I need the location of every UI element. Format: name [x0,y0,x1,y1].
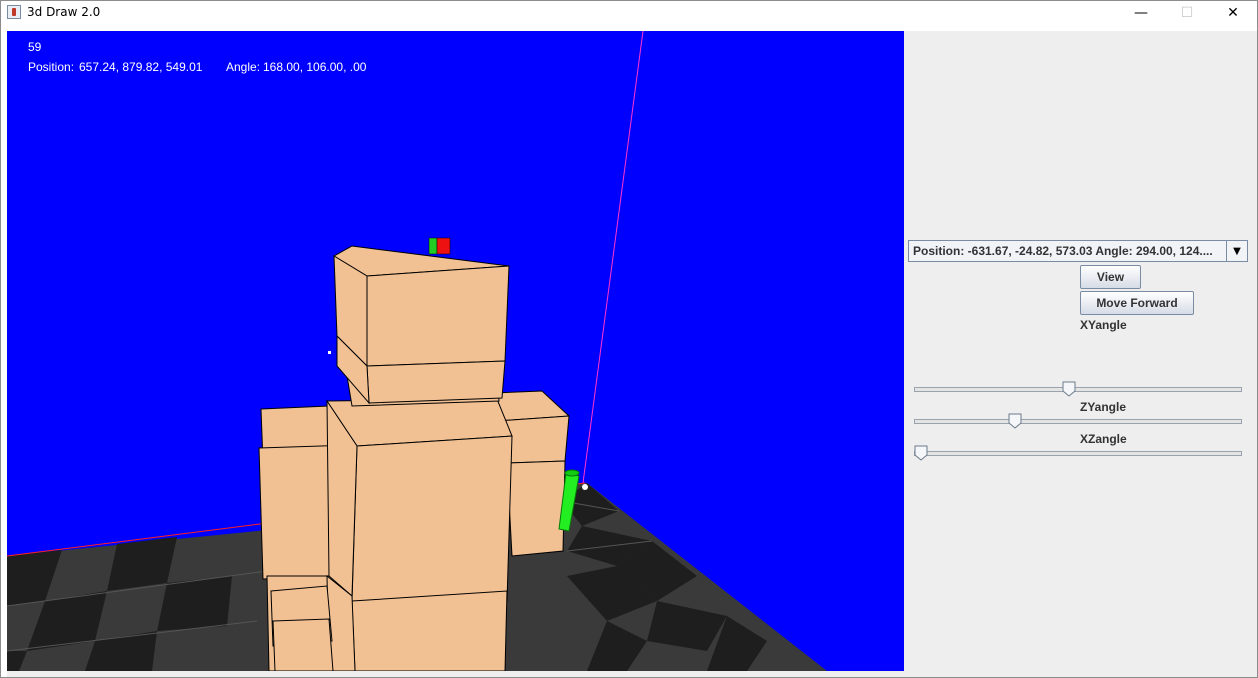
hud-position-value: 657.24, 879.82, 549.01 [79,60,203,74]
control-panel: Position: -631.67, -24.82, 573.03 Angle:… [904,31,1257,677]
java-app-icon [7,5,21,19]
xy-angle-slider[interactable] [914,381,1242,397]
slider-track [914,387,1242,392]
slider-track [914,451,1242,456]
close-icon: ✕ [1227,5,1239,21]
slider-thumb[interactable] [1062,381,1076,397]
window-title: 3d Draw 2.0 [27,5,101,19]
zy-angle-label: ZYangle [1080,400,1127,414]
light-point [328,351,331,354]
hud-angle-value: 168.00, 106.00, .00 [263,60,367,74]
maximize-icon: ☐ [1180,5,1194,21]
minimize-button[interactable]: — [1118,1,1164,25]
slider-thumb[interactable] [914,445,928,461]
xy-angle-label: XYangle [1080,318,1127,332]
origin-marker [582,484,588,490]
move-forward-button[interactable]: Move Forward [1080,291,1194,315]
maximize-button[interactable]: ☐ [1164,1,1210,25]
3d-viewport[interactable]: 59 Position: 657.24, 879.82, 549.01 Angl… [7,31,904,671]
camera-select[interactable]: Position: -631.67, -24.82, 573.03 Angle:… [908,240,1248,262]
title-bar[interactable]: 3d Draw 2.0 — ☐ ✕ [1,1,1257,25]
fps-counter: 59 [28,40,42,54]
close-button[interactable]: ✕ [1210,1,1256,25]
camera-select-value: Position: -631.67, -24.82, 573.03 Angle:… [913,244,1213,258]
zy-angle-slider[interactable] [914,413,1242,429]
3d-scene [7,31,827,671]
xz-angle-label: XZangle [1080,432,1127,446]
slider-track [914,419,1242,424]
view-button[interactable]: View [1080,265,1141,289]
slider-thumb[interactable] [1008,413,1022,429]
z-axis-line [582,31,644,484]
content-pane: 59 Position: 657.24, 879.82, 549.01 Angl… [7,31,1257,677]
chevron-down-icon[interactable]: ▼ [1226,241,1247,261]
xz-angle-slider[interactable] [914,445,1242,461]
app-window: 3d Draw 2.0 — ☐ ✕ 59 Position: 657.24, 8… [0,0,1258,678]
minimize-icon: — [1134,5,1148,21]
marker-cube [428,237,451,255]
hud-position-label: Position: [28,60,75,74]
hud-angle-label: Angle: [226,60,261,74]
